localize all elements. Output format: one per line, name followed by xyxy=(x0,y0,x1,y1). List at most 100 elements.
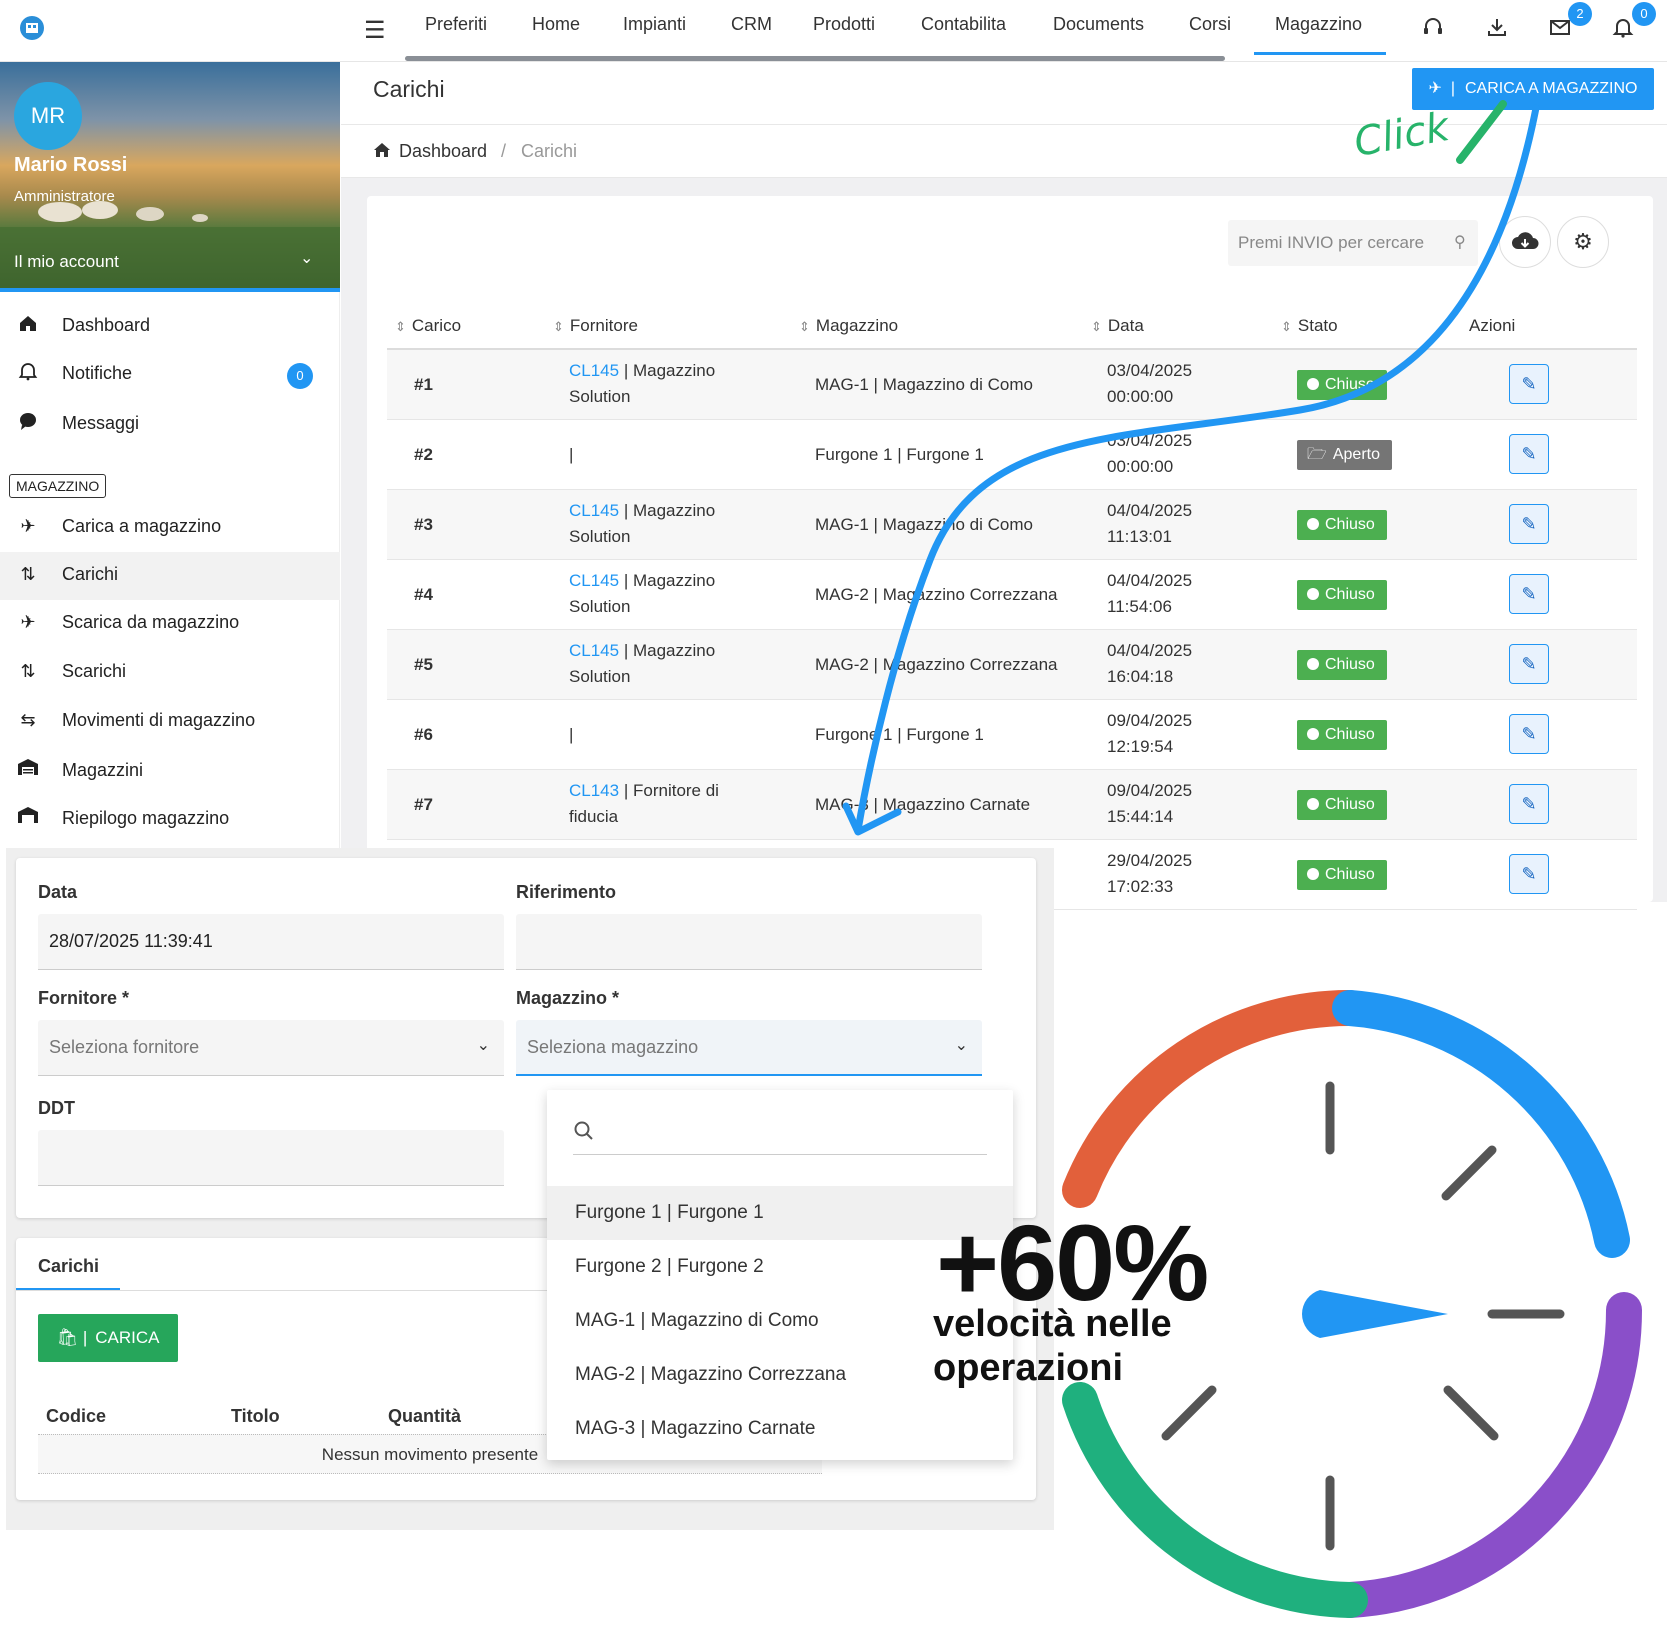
fornitore-code-link[interactable]: CL145 xyxy=(569,641,619,660)
menu-toggle-icon[interactable]: ☰ xyxy=(364,16,386,45)
main-content: Carichi ✈ | CARICA A MAGAZZINO Dashboard … xyxy=(341,62,1667,910)
carico-id[interactable]: #3 xyxy=(414,512,433,538)
nav-item-documents[interactable]: Documents xyxy=(1053,13,1144,53)
app-logo-icon[interactable] xyxy=(18,14,46,42)
fornitore-cell: | xyxy=(569,442,769,468)
sidebar-item-magazzini[interactable]: Magazzini xyxy=(0,748,340,796)
fornitore-select[interactable]: Seleziona fornitore ⌄ xyxy=(38,1020,504,1076)
sidebar-item-label: Notifiche xyxy=(62,363,133,383)
table-row[interactable]: #4 CL145 | Magazzino Solution MAG-2 | Maga… xyxy=(387,560,1637,630)
data-field[interactable]: 28/07/2025 11:39:41 xyxy=(38,914,504,970)
magazzino-select[interactable]: Seleziona magazzino ⌄ xyxy=(516,1020,982,1076)
tab-carichi[interactable]: Carichi xyxy=(38,1256,99,1277)
sidebar-item-messaggi[interactable]: Messaggi xyxy=(0,401,340,449)
th-fornitore[interactable]: ⇕ Fornitore xyxy=(553,316,638,336)
nav-item-prodotti[interactable]: Prodotti xyxy=(813,13,875,53)
breadcrumb-dashboard[interactable]: Dashboard xyxy=(399,141,487,162)
table-row[interactable]: #2 | Furgone 1 | Furgone 1 03/04/2025 00:00:… xyxy=(387,420,1637,490)
edit-button[interactable]: ✎ xyxy=(1509,714,1549,754)
edit-button[interactable]: ✎ xyxy=(1509,854,1549,894)
carico-id[interactable]: #2 xyxy=(414,442,433,468)
section-tag-magazzino: MAGAZZINO xyxy=(9,474,107,498)
sidebar-item-label: Dashboard xyxy=(62,315,151,335)
table-row[interactable]: #5 CL145 | Magazzino Solution MAG-2 | Maga… xyxy=(387,630,1637,700)
carico-id[interactable]: #7 xyxy=(414,792,433,818)
edit-button[interactable]: ✎ xyxy=(1509,504,1549,544)
th-magazzino[interactable]: ⇕ Magazzino xyxy=(799,316,898,336)
fornitore-code-link[interactable]: CL145 xyxy=(569,501,619,520)
fornitore-code-link[interactable]: CL143 xyxy=(569,781,619,800)
page-header: Carichi ✈ | CARICA A MAGAZZINO xyxy=(341,62,1667,124)
table-row[interactable]: #3 CL145 | Magazzino Solution MAG-1 | Maga… xyxy=(387,490,1637,560)
th-data[interactable]: ⇕ Data xyxy=(1091,316,1144,336)
fornitore-code-link[interactable]: CL145 xyxy=(569,361,619,380)
carico-id[interactable]: #5 xyxy=(414,652,433,678)
search-icon: ⚲ xyxy=(1454,234,1466,251)
chevron-down-icon[interactable]: ⌄ xyxy=(300,248,313,268)
chat-icon xyxy=(16,411,40,435)
nav-item-preferiti[interactable]: Preferiti xyxy=(425,13,487,53)
sidebar-item-label: Messaggi xyxy=(62,413,140,433)
nav-item-magazzino[interactable]: Magazzino xyxy=(1275,13,1362,53)
th-stato[interactable]: ⇕ Stato xyxy=(1281,316,1338,336)
dropdown-option[interactable]: MAG-3 | Magazzino Carnate xyxy=(547,1402,1013,1456)
sidebar-item-scarichi[interactable]: ⇅ Scarichi xyxy=(0,649,340,697)
sidebar-item-dashboard[interactable]: Dashboard xyxy=(0,303,340,351)
edit-button[interactable]: ✎ xyxy=(1509,434,1549,474)
carica-a-magazzino-button[interactable]: ✈ | CARICA A MAGAZZINO xyxy=(1412,68,1654,110)
pen-icon: ✎ xyxy=(1521,794,1537,814)
th-carico[interactable]: ⇕ Carico xyxy=(395,316,461,336)
carica-button[interactable]: 🛍 | CARICA xyxy=(38,1314,178,1362)
pen-icon: ✎ xyxy=(1521,584,1537,604)
sidebar-item-riepilogo[interactable]: Riepilogo magazzino xyxy=(0,796,340,844)
edit-button[interactable]: ✎ xyxy=(1509,364,1549,404)
date-value: 09/04/2025 xyxy=(1107,781,1193,800)
sidebar-item-carichi[interactable]: ⇅ Carichi xyxy=(0,552,340,600)
sidebar-item-scarica-da-magazzino[interactable]: ✈ Scarica da magazzino xyxy=(0,600,340,648)
th-azioni: Azioni xyxy=(1469,316,1516,335)
status-label: Chiuso xyxy=(1325,586,1375,603)
nav-item-corsi[interactable]: Corsi xyxy=(1189,13,1231,53)
nav-item-crm[interactable]: CRM xyxy=(731,13,772,53)
carico-id[interactable]: #4 xyxy=(414,582,433,608)
avatar[interactable]: MR xyxy=(14,82,82,150)
magazzino-cell: MAG-1 | Magazzino di Como xyxy=(815,375,1033,394)
edit-button[interactable]: ✎ xyxy=(1509,644,1549,684)
carico-id[interactable]: #6 xyxy=(414,722,433,748)
download-icon[interactable] xyxy=(1482,12,1512,42)
ddt-field[interactable] xyxy=(38,1130,504,1186)
nav-scrollbar[interactable] xyxy=(405,56,1225,61)
sidebar-item-notifiche[interactable]: Notifiche 0 xyxy=(0,351,340,399)
nav-item-impianti[interactable]: Impianti xyxy=(623,13,686,53)
my-account-link[interactable]: Il mio account xyxy=(14,252,119,272)
plane-landing-icon: ✈ | xyxy=(1428,80,1455,97)
sidebar-item-carica-a-magazzino[interactable]: ✈ Carica a magazzino xyxy=(0,504,340,552)
edit-button[interactable]: ✎ xyxy=(1509,574,1549,614)
table-row[interactable]: #1 CL145 | Magazzino Solution MAG-1 | Maga… xyxy=(387,350,1637,420)
settings-button[interactable]: ⚙ xyxy=(1557,216,1609,268)
option-label: Furgone 1 | Furgone 1 xyxy=(575,1202,764,1223)
clock-hand xyxy=(1302,1290,1448,1338)
nav-active-indicator xyxy=(1254,52,1386,55)
notification-badge: 0 xyxy=(287,363,313,389)
nav-item-home[interactable]: Home xyxy=(532,13,580,53)
fornitore-code-link[interactable]: CL145 xyxy=(569,571,619,590)
nav-item-contabilita[interactable]: Contabilita xyxy=(921,13,1006,53)
time-value: 11:13:01 xyxy=(1107,527,1172,546)
cloud-download-button[interactable] xyxy=(1499,216,1551,268)
carico-id[interactable]: #1 xyxy=(414,372,433,398)
status-label: Chiuso xyxy=(1325,796,1375,813)
table-row[interactable]: #7 CL143 | Fornitore di fiducia MAG-3 | Ma… xyxy=(387,770,1637,840)
ddt-label: DDT xyxy=(38,1098,75,1118)
riferimento-field[interactable] xyxy=(516,914,982,970)
time-value: 17:02:33 xyxy=(1107,877,1174,896)
search-input[interactable]: Premi INVIO per cercare ⚲ xyxy=(1228,220,1478,266)
table-row[interactable]: #6 | Furgone 1 | Furgone 1 09/04/2025 12:19:… xyxy=(387,700,1637,770)
dropdown-search-input[interactable] xyxy=(573,1154,987,1155)
headset-icon[interactable] xyxy=(1418,12,1448,42)
pen-icon: ✎ xyxy=(1521,864,1537,884)
clock-arc-green xyxy=(1062,1382,1368,1618)
fornitore-name: | xyxy=(569,445,574,464)
edit-button[interactable]: ✎ xyxy=(1509,784,1549,824)
sidebar-item-movimenti[interactable]: ⇆ Movimenti di magazzino xyxy=(0,698,340,746)
